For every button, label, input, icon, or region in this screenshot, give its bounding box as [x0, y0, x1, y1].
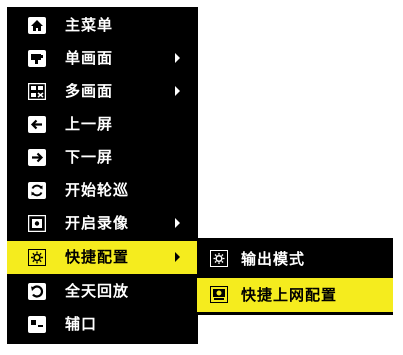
- menu-item-quick-config[interactable]: 快捷配置: [7, 241, 198, 274]
- single-screen-icon: [28, 50, 46, 67]
- refresh-cycle-icon: [28, 182, 46, 199]
- context-menu: 主菜单 单画面 多画面 上一屏 下一屏 开始轮巡 开启录像 快捷配置 全天回放 …: [7, 7, 198, 344]
- submenu-arrow-icon: [175, 86, 180, 96]
- menu-item-label: 上一屏: [65, 115, 114, 133]
- menu-item-start-tour[interactable]: 开始轮巡: [7, 174, 198, 207]
- menu-item-label: 快捷配置: [65, 248, 130, 266]
- menu-item-all-day-playback[interactable]: 全天回放: [7, 275, 198, 308]
- record-icon: [28, 215, 46, 232]
- network-config-icon: [210, 286, 228, 303]
- quick-config-submenu: 输出模式 快捷上网配置: [197, 238, 393, 315]
- output-mode-icon: [210, 250, 228, 267]
- menu-item-main-menu[interactable]: 主菜单: [7, 9, 198, 42]
- submenu-item-quick-network-config[interactable]: 快捷上网配置: [197, 278, 393, 312]
- menu-item-label: 全天回放: [65, 282, 130, 300]
- arrow-right-icon: [28, 149, 46, 166]
- menu-item-label: 辅口: [65, 315, 98, 333]
- menu-item-label: 下一屏: [65, 148, 114, 166]
- arrow-left-icon: [28, 116, 46, 133]
- submenu-arrow-icon: [175, 252, 180, 262]
- submenu-item-output-mode[interactable]: 输出模式: [197, 242, 393, 276]
- menu-item-single-screen[interactable]: 单画面: [7, 42, 198, 75]
- submenu-item-label: 输出模式: [241, 250, 306, 268]
- multi-screen-icon: [28, 83, 46, 100]
- playback-icon: [28, 283, 46, 300]
- menu-item-label: 开始轮巡: [65, 181, 130, 199]
- menu-item-multi-screen[interactable]: 多画面: [7, 75, 198, 108]
- menu-item-aux-port[interactable]: 辅口: [7, 308, 198, 341]
- menu-item-start-recording[interactable]: 开启录像: [7, 207, 198, 240]
- menu-item-next-screen[interactable]: 下一屏: [7, 141, 198, 174]
- menu-item-previous-screen[interactable]: 上一屏: [7, 108, 198, 141]
- submenu-arrow-icon: [175, 53, 180, 63]
- settings-gear-icon: [28, 249, 46, 266]
- menu-item-label: 开启录像: [65, 214, 130, 232]
- menu-item-label: 单画面: [65, 49, 114, 67]
- submenu-arrow-icon: [175, 218, 180, 228]
- aux-port-icon: [28, 316, 46, 333]
- menu-item-label: 主菜单: [65, 16, 114, 34]
- home-icon: [28, 17, 46, 34]
- submenu-item-label: 快捷上网配置: [241, 286, 338, 304]
- menu-item-label: 多画面: [65, 82, 114, 100]
